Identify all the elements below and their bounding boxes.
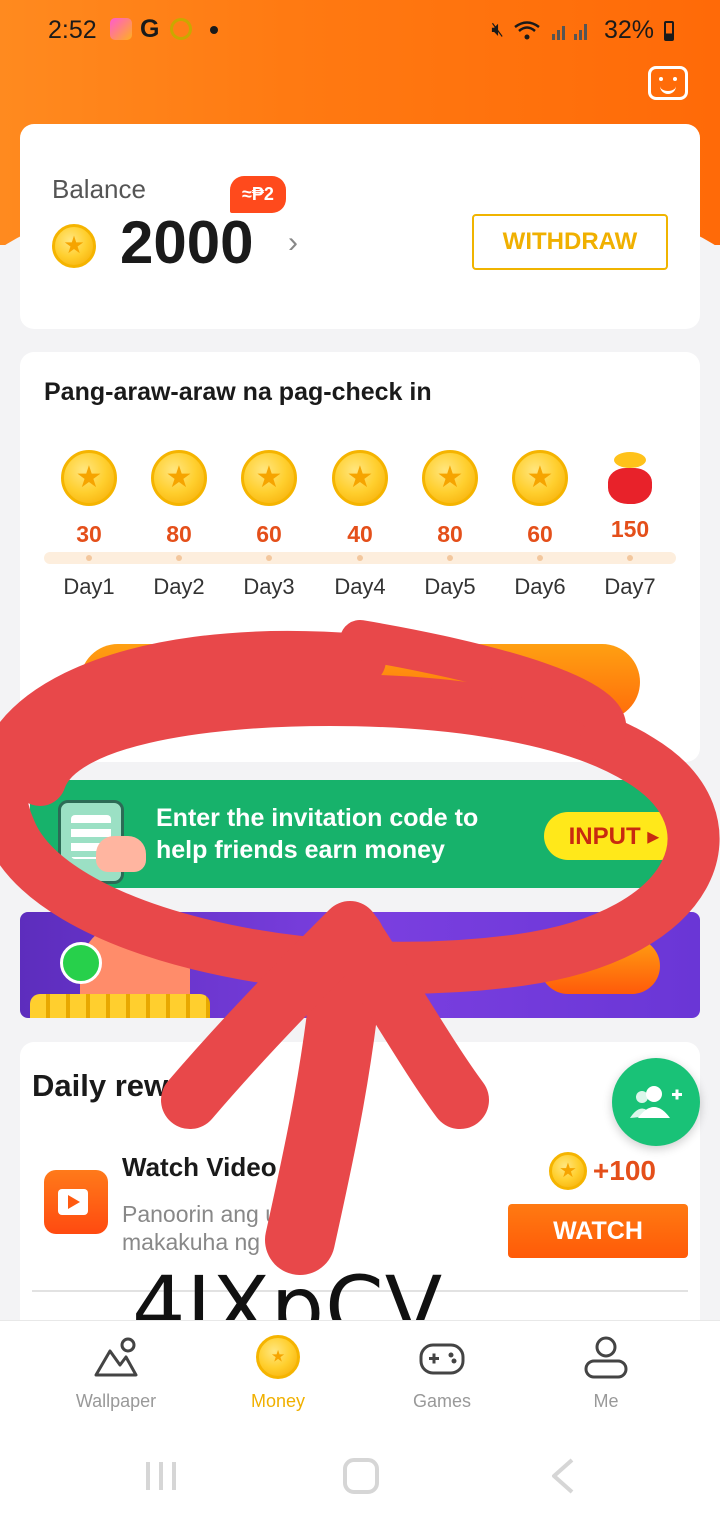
chat-icon[interactable] bbox=[648, 66, 688, 100]
invite-text: Enter the invitation code to help friend… bbox=[156, 804, 479, 864]
coin-icon bbox=[422, 450, 478, 506]
checkin-day-4[interactable]: 40 Day4 bbox=[315, 450, 405, 599]
person-icon bbox=[584, 1336, 628, 1379]
checkin-card: Pang-araw-araw na pag-check in 30 Day1 8… bbox=[20, 352, 700, 762]
status-indicators: 🔇︎ 32% bbox=[491, 16, 674, 45]
system-nav-bar bbox=[0, 1430, 720, 1520]
input-button[interactable]: INPUT ▸ bbox=[544, 812, 684, 860]
recent-apps-icon[interactable] bbox=[142, 1458, 180, 1494]
day-amount: 60 bbox=[256, 521, 282, 547]
checkin-day-2[interactable]: 80 Day2 bbox=[134, 450, 224, 599]
day-amount: 80 bbox=[166, 521, 192, 547]
watch-button[interactable]: WATCH bbox=[508, 1204, 688, 1258]
day-amount: 60 bbox=[527, 521, 553, 547]
nav-label: Me bbox=[593, 1391, 619, 1411]
reward-value: +100 bbox=[592, 1155, 656, 1186]
day-label: Day1 bbox=[63, 574, 115, 599]
checkin-day-6[interactable]: 60 Day6 bbox=[495, 450, 585, 599]
coin-icon bbox=[512, 450, 568, 506]
status-bar: 2:52 G 🔇︎ 32% bbox=[0, 0, 720, 62]
wallpaper-icon bbox=[94, 1337, 138, 1377]
signal-icon bbox=[551, 23, 587, 40]
day-label: Day2 bbox=[153, 574, 205, 599]
app-notification-icon bbox=[110, 18, 132, 40]
sun-icon bbox=[170, 18, 192, 40]
battery-icon bbox=[664, 20, 674, 41]
nav-label: Money bbox=[250, 1391, 306, 1411]
invite-friends-button[interactable] bbox=[612, 1058, 700, 1146]
wifi-icon bbox=[514, 20, 540, 39]
coin-icon bbox=[61, 450, 117, 506]
whatsapp-icon bbox=[60, 942, 102, 984]
google-icon: G bbox=[140, 15, 160, 43]
day-label: Day7 bbox=[604, 574, 656, 599]
day-label: Day5 bbox=[424, 574, 476, 599]
invite-code-banner[interactable]: Enter the invitation code to help friend… bbox=[30, 780, 700, 888]
chevron-right-icon[interactable]: › bbox=[288, 226, 298, 260]
battery-percent: 32% bbox=[603, 16, 654, 44]
back-icon[interactable] bbox=[548, 1458, 578, 1494]
checkin-day-5[interactable]: 80 Day5 bbox=[405, 450, 495, 599]
nav-label: Wallpaper bbox=[75, 1391, 157, 1411]
withdraw-button[interactable]: WITHDRAW bbox=[472, 214, 668, 270]
status-time: 2:52 bbox=[48, 16, 97, 44]
home-icon[interactable] bbox=[342, 1458, 380, 1494]
day-label: Day4 bbox=[334, 574, 386, 599]
mute-icon: 🔇︎ bbox=[491, 19, 504, 41]
day-amount: 80 bbox=[437, 521, 463, 547]
coin-icon bbox=[241, 450, 297, 506]
checkin-title: Pang-araw-araw na pag-check in bbox=[44, 378, 432, 406]
coin-icon bbox=[332, 450, 388, 506]
day-label: Day6 bbox=[514, 574, 566, 599]
nav-wallpaper[interactable]: Wallpaper bbox=[26, 1321, 206, 1431]
dot-icon bbox=[210, 26, 218, 34]
coin-icon bbox=[548, 1152, 587, 1190]
coin-icon bbox=[52, 224, 96, 268]
nav-me[interactable]: Me bbox=[516, 1321, 696, 1431]
checkin-days: 30 Day1 80 Day2 60 Day3 40 Day4 80 Day5 … bbox=[44, 450, 676, 620]
coin-pile-illustration bbox=[30, 994, 210, 1018]
checkin-day-3[interactable]: 60 Day3 bbox=[224, 450, 314, 599]
nav-games[interactable]: Games bbox=[352, 1321, 532, 1431]
nav-money[interactable]: Money bbox=[188, 1321, 368, 1431]
task-reward: +100 bbox=[548, 1152, 656, 1190]
balance-card: Balance 2000 › ≈₱2 WITHDRAW bbox=[20, 124, 700, 329]
promo-banner[interactable] bbox=[20, 912, 700, 1018]
day-amount: 30 bbox=[76, 521, 102, 547]
bottom-nav: Wallpaper Money Games Me bbox=[0, 1320, 720, 1430]
day-amount: 150 bbox=[610, 516, 650, 542]
daily-rewards-title: Daily rew bbox=[32, 1068, 169, 1103]
video-icon bbox=[44, 1170, 108, 1234]
task-title: Watch Video bbox=[122, 1152, 277, 1182]
nav-label: Games bbox=[412, 1391, 472, 1411]
day-label: Day3 bbox=[243, 574, 295, 599]
hand-icon bbox=[96, 836, 146, 872]
checkin-button[interactable] bbox=[80, 644, 640, 720]
balance-value[interactable]: 2000 bbox=[120, 208, 253, 277]
balance-label: Balance bbox=[52, 174, 146, 204]
coin-icon bbox=[256, 1335, 300, 1379]
checkin-day-7[interactable]: 150 Day7 bbox=[585, 450, 675, 599]
add-user-icon bbox=[630, 1086, 682, 1118]
gamepad-icon bbox=[419, 1343, 465, 1375]
promo-button[interactable] bbox=[540, 938, 660, 994]
red-bag-icon bbox=[602, 450, 658, 506]
checkin-day-1[interactable]: 30 Day1 bbox=[44, 450, 134, 599]
day-amount: 40 bbox=[347, 521, 373, 547]
coin-icon bbox=[151, 450, 207, 506]
task-description: Panoorin ang upang makakuha ng barya bbox=[122, 1201, 330, 1255]
peso-badge: ≈₱2 bbox=[230, 176, 286, 213]
